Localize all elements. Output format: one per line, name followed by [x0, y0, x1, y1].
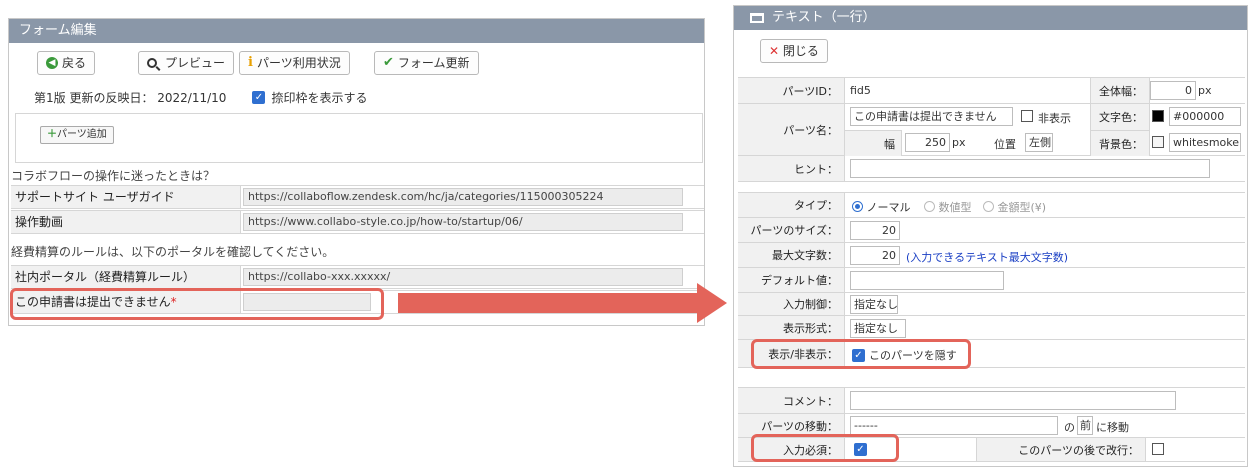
- arrow-head: [697, 283, 727, 323]
- type-row: タイプ： ノーマル 数値型 金額型(¥): [738, 193, 1245, 218]
- radio-icon: [983, 201, 994, 212]
- full-width-input[interactable]: 0: [1150, 81, 1196, 100]
- highlight-box: [10, 288, 384, 320]
- properties-grid-2: タイプ： ノーマル 数値型 金額型(¥) パーツのサイズ： 20 最大文字数： …: [738, 192, 1245, 368]
- default-input[interactable]: [850, 271, 1004, 290]
- dialog-title-bar: テキスト（一行）: [734, 6, 1247, 30]
- hint-row: ヒント：: [738, 156, 1245, 182]
- comment-row: コメント：: [738, 388, 1245, 414]
- table-row: 社内ポータル（経費精算ルール） https://collabo-xxx.xxxx…: [11, 265, 704, 289]
- preview-button[interactable]: プレビュー: [138, 51, 235, 75]
- form-editor-title: フォーム編集: [9, 19, 704, 43]
- bg-color-swatch[interactable]: [1152, 136, 1164, 148]
- parts-name-row: パーツ名： この申請書は提出できません 非表示 文字色： #000000 幅 2…: [738, 104, 1245, 156]
- display-fmt-select[interactable]: 指定なし: [850, 319, 906, 338]
- version-text: 第1版 更新の反映日： 2022/11/10: [34, 91, 227, 105]
- text-parts-dialog: テキスト（一行） ✕ 閉じる パーツID： fid5 全体幅： 0 px パーツ…: [733, 5, 1248, 467]
- maxlen-input[interactable]: 20: [850, 246, 900, 265]
- text-color-input[interactable]: #000000: [1169, 107, 1241, 126]
- back-button[interactable]: ◀ 戻る: [37, 51, 96, 75]
- display-fmt-row: 表示形式： 指定なし: [738, 316, 1245, 340]
- type-radio-money[interactable]: 金額型(¥): [983, 199, 1046, 215]
- width-input[interactable]: 250: [905, 133, 950, 152]
- move-target-select[interactable]: ------: [850, 416, 1058, 435]
- portal-url[interactable]: https://collabo-xxx.xxxxx/: [243, 268, 683, 286]
- version-line: 第1版 更新の反映日： 2022/11/10 ✓ 捺印枠を表示する: [34, 89, 367, 106]
- hidden-checkbox[interactable]: [1021, 110, 1033, 122]
- support-site-url[interactable]: https://collaboflow.zendesk.com/hc/ja/ca…: [243, 188, 683, 206]
- print-frame-label: 捺印枠を表示する: [271, 91, 368, 105]
- search-icon: [147, 58, 157, 68]
- highlight-box: [751, 339, 971, 369]
- position-select[interactable]: 左側: [1025, 133, 1053, 152]
- parts-id-value: fid5: [850, 84, 871, 97]
- plus-icon: ＋: [47, 129, 57, 140]
- table-row: サポートサイト ユーザガイド https://collaboflow.zende…: [11, 185, 704, 209]
- radio-icon: [924, 201, 935, 212]
- expense-note: 経費精算のルールは、以下のポータルを確認してください。: [11, 245, 335, 259]
- radio-selected-icon: [852, 201, 863, 212]
- table-row: 操作動画 https://www.collabo-style.co.jp/how…: [11, 210, 704, 234]
- type-radio-normal[interactable]: ノーマル: [852, 199, 911, 215]
- parts-id-row: パーツID： fid5 全体幅： 0 px: [738, 78, 1245, 104]
- video-url[interactable]: https://www.collabo-style.co.jp/how-to/s…: [243, 213, 683, 231]
- move-position-select[interactable]: 前: [1077, 416, 1093, 435]
- highlight-box: [751, 434, 899, 462]
- info-icon: i: [248, 55, 253, 70]
- size-input[interactable]: 20: [850, 221, 900, 240]
- close-icon: ✕: [769, 44, 780, 58]
- print-frame-checkbox[interactable]: ✓: [252, 91, 266, 104]
- dialog-title: テキスト（一行）: [772, 10, 876, 25]
- add-parts-button[interactable]: ＋パーツ追加: [40, 126, 114, 144]
- arrow-body: [398, 293, 698, 313]
- parts-usage-button[interactable]: i パーツ利用状況: [239, 51, 350, 75]
- properties-grid-1: パーツID： fid5 全体幅： 0 px パーツ名： この申請書は提出できませ…: [738, 77, 1245, 182]
- newline-checkbox[interactable]: [1152, 443, 1164, 455]
- form-update-button[interactable]: ✔ フォーム更新: [374, 51, 479, 75]
- default-row: デフォルト値：: [738, 268, 1245, 293]
- window-icon: [750, 13, 764, 23]
- size-row: パーツのサイズ： 20: [738, 218, 1245, 243]
- close-button[interactable]: ✕ 閉じる: [760, 39, 828, 63]
- checkmark-icon: ✔: [383, 55, 394, 70]
- type-radio-number[interactable]: 数値型: [924, 199, 972, 215]
- parts-name-input[interactable]: この申請書は提出できません: [850, 107, 1013, 126]
- back-arrow-icon: ◀: [46, 57, 58, 69]
- input-ctrl-select[interactable]: 指定なし: [850, 295, 898, 314]
- help-note: コラボフローの操作に迷ったときは？: [11, 169, 216, 183]
- bg-color-input[interactable]: whitesmoke: [1169, 133, 1241, 152]
- text-color-swatch[interactable]: [1152, 110, 1164, 122]
- hint-input[interactable]: [850, 159, 1210, 178]
- parts-box: ＋パーツ追加: [15, 113, 703, 163]
- form-editor-panel: フォーム編集 ◀ 戻る プレビュー i パーツ利用状況 ✔ フォーム更新 第1版…: [8, 18, 705, 326]
- properties-grid-3: コメント： パーツの移動： ------ の 前 に移動 入力必須： ✓ このパ…: [738, 387, 1245, 462]
- maxlen-row: 最大文字数： 20 (入力できるテキスト最大文字数): [738, 243, 1245, 268]
- input-ctrl-row: 入力制御： 指定なし: [738, 293, 1245, 316]
- comment-input[interactable]: [850, 391, 1176, 410]
